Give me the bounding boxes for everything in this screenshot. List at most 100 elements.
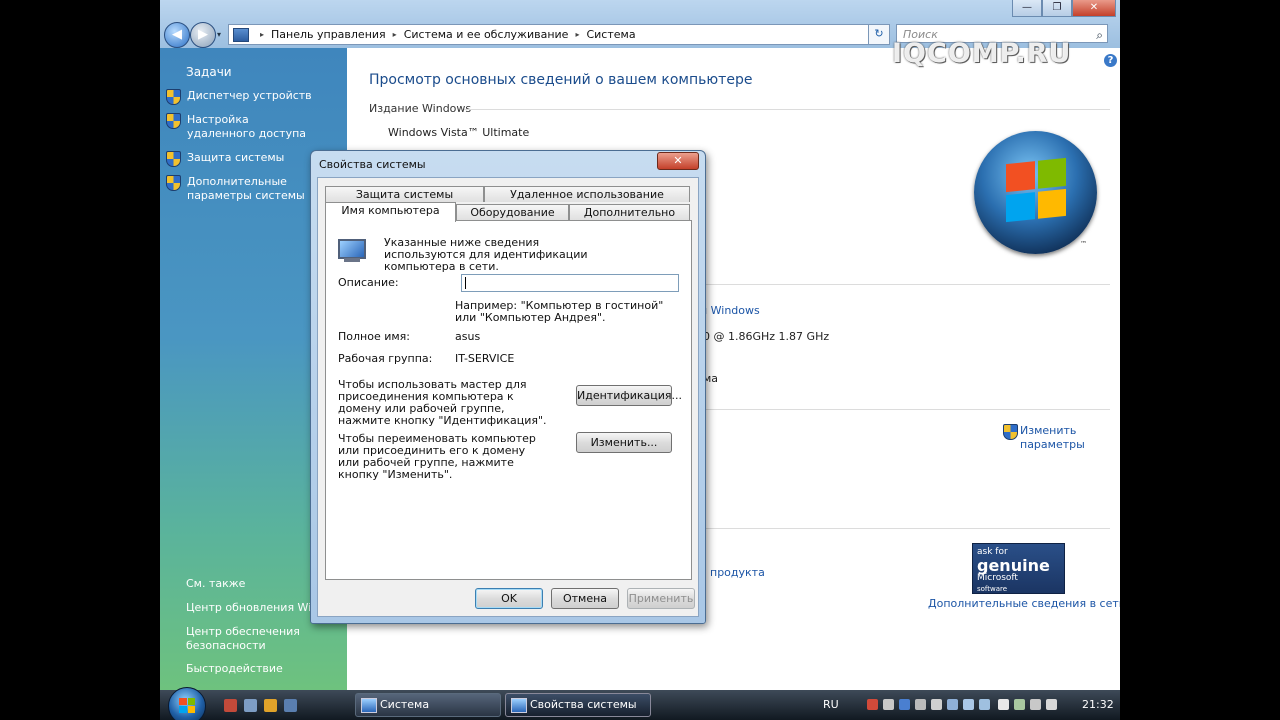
workgroup-label: Рабочая группа:: [338, 352, 433, 365]
power-icon[interactable]: [1014, 699, 1025, 710]
description-example: Например: "Компьютер в гостиной" или "Ко…: [455, 299, 664, 324]
cancel-button[interactable]: Отмена: [551, 588, 619, 609]
breadcrumb-system[interactable]: Система: [586, 28, 635, 41]
clock[interactable]: 21:32: [1082, 698, 1114, 711]
windows-experience-link[interactable]: и Windows: [700, 304, 760, 317]
tab-system-protection[interactable]: Защита системы: [325, 186, 484, 202]
control-panel-icon: [233, 27, 249, 42]
dialog-body: Защита системы Удаленное использование И…: [317, 177, 699, 617]
description-input[interactable]: [461, 274, 679, 292]
computer-name-panel: Указанные ниже сведения используются для…: [325, 220, 692, 580]
section-divider: [700, 409, 1110, 410]
ok-button[interactable]: OK: [475, 588, 543, 609]
dialog-title: Свойства системы: [319, 158, 426, 171]
breadcrumb-control-panel[interactable]: Панель управления: [271, 28, 386, 41]
window-icon: [361, 698, 377, 713]
maximize-button[interactable]: ❐: [1042, 0, 1072, 17]
taskbar-item-label: Система: [380, 698, 430, 711]
see-also-header: См. также: [186, 577, 246, 590]
shield-icon: [166, 89, 181, 105]
bluetooth-icon[interactable]: [899, 699, 910, 710]
taskbar-item-system[interactable]: Система: [355, 693, 501, 717]
recent-pages-dropdown-icon[interactable]: ▾: [217, 30, 221, 39]
quicklaunch-desktop-icon[interactable]: [244, 699, 257, 712]
tab-hardware[interactable]: Оборудование: [456, 204, 569, 220]
close-button[interactable]: ✕: [1072, 0, 1116, 17]
windows-flag-icon: [1006, 157, 1066, 223]
forward-button[interactable]: ▶: [190, 22, 216, 48]
tray-icon[interactable]: [1030, 699, 1041, 710]
section-divider: [700, 284, 1110, 285]
window-controls: — ❐ ✕: [1012, 0, 1116, 17]
breadcrumb-chevron-icon[interactable]: ▸: [393, 30, 397, 39]
shield-icon: [166, 151, 181, 167]
tray-icon[interactable]: [867, 699, 878, 710]
task-label: Защита системы: [187, 151, 285, 164]
breadcrumb-chevron-icon[interactable]: ▸: [575, 30, 579, 39]
tray-icon[interactable]: [883, 699, 894, 710]
windows-flag-icon: [179, 698, 195, 713]
screen: — ❐ ✕ ◀ ▶ ▾ ▸ Панель управления ▸ Систем…: [160, 0, 1120, 720]
volume-icon[interactable]: [1046, 699, 1057, 710]
network-icon[interactable]: [963, 699, 974, 710]
start-button[interactable]: [168, 687, 206, 720]
task-device-manager[interactable]: Диспетчер устройств: [166, 89, 346, 105]
task-label: Настройка удаленного доступа: [187, 113, 307, 140]
search-icon[interactable]: ⌕: [1096, 26, 1103, 45]
tray-icon[interactable]: [931, 699, 942, 710]
edition-section-label: Издание Windows: [369, 102, 472, 115]
cpu-info: 0 @ 1.86GHz 1.87 GHz: [703, 330, 830, 343]
tray-icon[interactable]: [979, 699, 990, 710]
task-remote-settings[interactable]: Настройка удаленного доступа: [166, 113, 306, 141]
tray-icon[interactable]: [998, 699, 1009, 710]
link-performance[interactable]: Быстродействие: [186, 662, 283, 676]
section-divider: [464, 109, 1110, 110]
fullname-label: Полное имя:: [338, 330, 410, 343]
taskbar-item-system-properties[interactable]: Свойства системы: [505, 693, 651, 717]
windows-logo: [974, 131, 1097, 254]
change-settings-label: Изменить параметры: [1020, 424, 1085, 451]
genuine-microsoft-badge[interactable]: ask for genuine Microsoft software: [972, 543, 1065, 594]
tray-icon[interactable]: [947, 699, 958, 710]
address-bar[interactable]: ▸ Панель управления ▸ Система и ее обслу…: [228, 24, 878, 45]
dialog-close-button[interactable]: ✕: [657, 152, 699, 170]
text-caret: [465, 277, 466, 289]
tray-icon[interactable]: [915, 699, 926, 710]
genuine-more-link[interactable]: Дополнительные сведения в сети...: [928, 597, 1120, 610]
taskbar: Система Свойства системы RU 21:32: [160, 687, 1120, 720]
genuine-line: genuine: [977, 556, 1050, 575]
breadcrumb-system-maintenance[interactable]: Система и ее обслуживание: [404, 28, 569, 41]
change-settings-link[interactable]: Изменить параметры: [1003, 424, 1085, 452]
task-label: Диспетчер устройств: [187, 89, 312, 102]
apply-button[interactable]: Применить: [627, 588, 695, 609]
tab-remote[interactable]: Удаленное использование: [484, 186, 690, 202]
shield-icon: [1003, 424, 1018, 440]
identify-button[interactable]: Идентификация...: [576, 385, 682, 406]
back-button[interactable]: ◀: [164, 22, 190, 48]
taskbar-item-label: Свойства системы: [530, 698, 637, 711]
breadcrumb-chevron-icon[interactable]: ▸: [260, 30, 264, 39]
trademark-mark: ™: [1080, 240, 1087, 248]
page-title: Просмотр основных сведений о вашем компь…: [369, 72, 753, 88]
workgroup-value: IT-SERVICE: [455, 352, 515, 365]
intro-text: Указанные ниже сведения используются для…: [384, 236, 588, 273]
change-button[interactable]: Изменить...: [576, 432, 672, 453]
tab-advanced[interactable]: Дополнительно: [569, 204, 690, 220]
computer-icon-base: [344, 258, 360, 262]
refresh-icon[interactable]: ↻: [868, 24, 890, 45]
watermark: IQCOMP.RU: [892, 38, 1072, 69]
language-indicator[interactable]: RU: [823, 698, 839, 711]
tasks-header: Задачи: [186, 65, 232, 79]
link-security-center[interactable]: Центр обеспечения безопасности: [186, 625, 306, 653]
quicklaunch-media-icon[interactable]: [264, 699, 277, 712]
quicklaunch-app-icon[interactable]: [224, 699, 237, 712]
help-icon[interactable]: ?: [1104, 54, 1117, 67]
tab-computer-name[interactable]: Имя компьютера: [325, 202, 456, 222]
windows-edition: Windows Vista™ Ultimate: [388, 126, 530, 139]
genuine-line: software: [977, 585, 1008, 593]
section-divider: [700, 528, 1110, 529]
quicklaunch-window-icon[interactable]: [284, 699, 297, 712]
product-key-link[interactable]: ч продукта: [700, 566, 765, 579]
minimize-button[interactable]: —: [1012, 0, 1042, 17]
shield-icon: [166, 113, 181, 129]
